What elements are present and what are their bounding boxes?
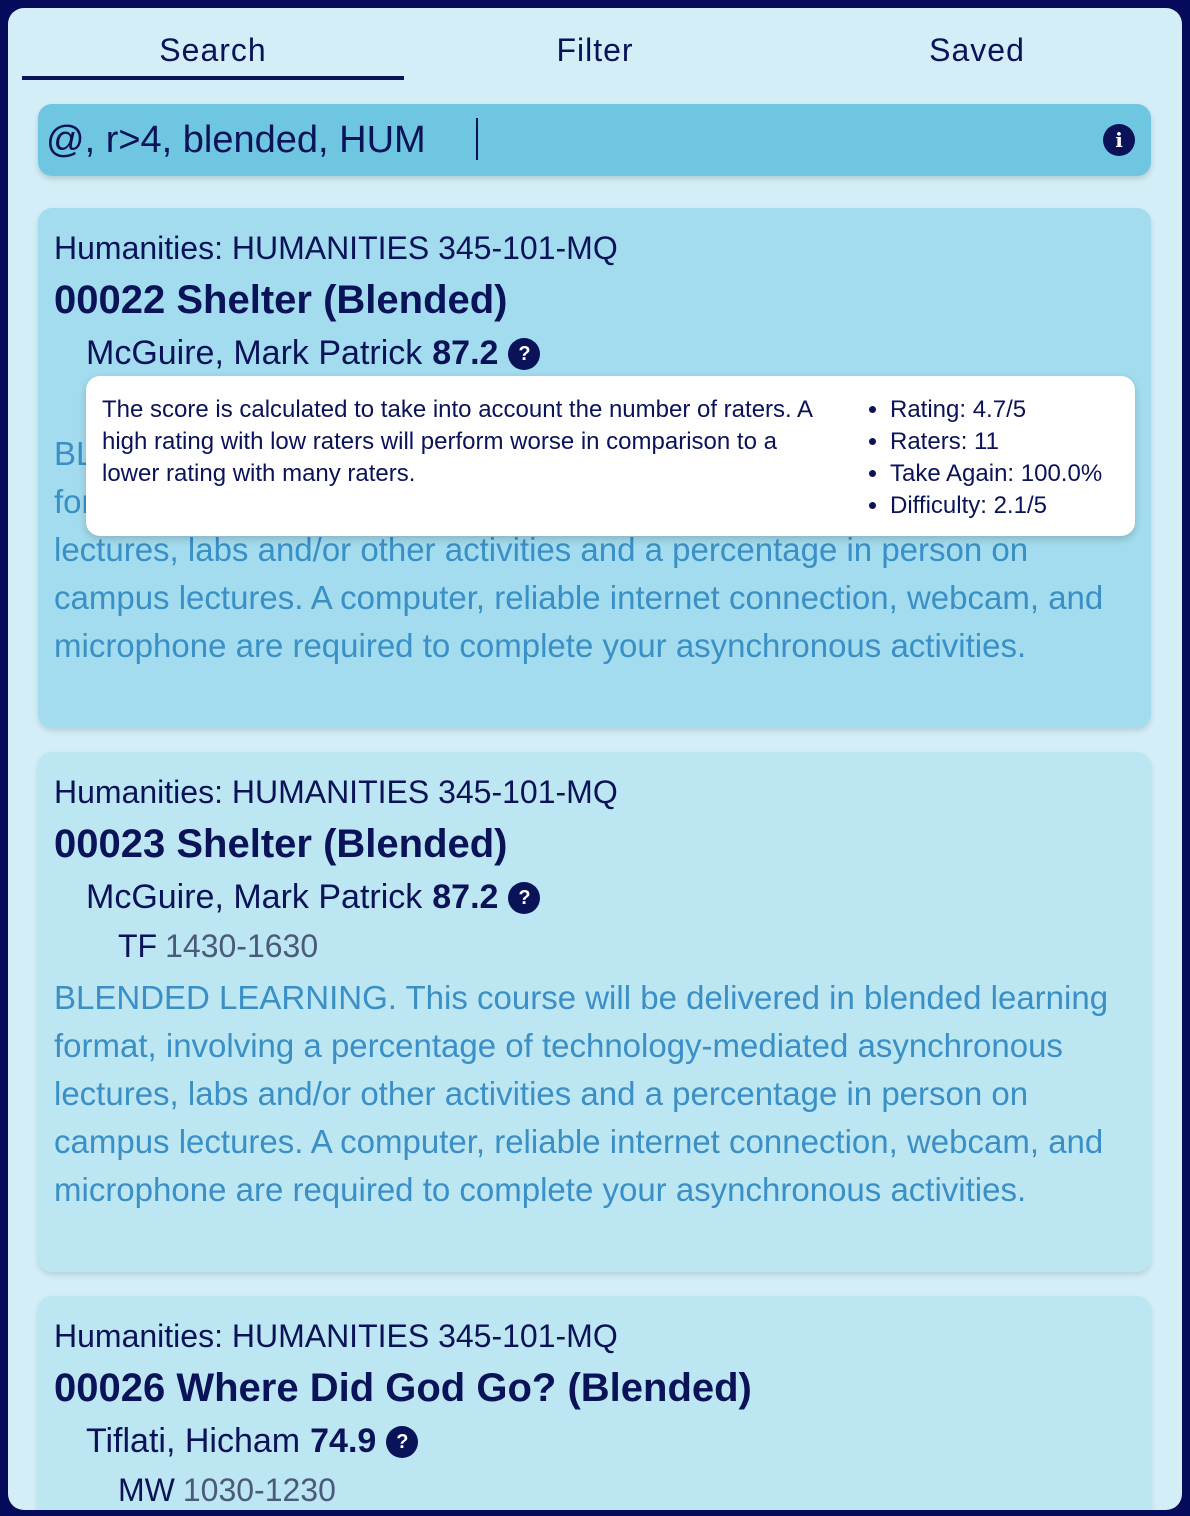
schedule-times: 1030-1230 bbox=[182, 1472, 336, 1508]
tab-filter[interactable]: Filter bbox=[404, 32, 786, 80]
teacher-name: Tiflati, Hicham bbox=[86, 1422, 301, 1460]
search-bar: i bbox=[38, 104, 1151, 176]
stat-rating: Rating: 4.7/5 bbox=[890, 394, 1102, 426]
course-title: 00026 Where Did God Go? (Blended) bbox=[54, 1366, 752, 1410]
teacher-name: McGuire, Mark Patrick bbox=[86, 334, 423, 372]
tab-saved[interactable]: Saved bbox=[786, 32, 1168, 80]
teacher-score: 87.2 bbox=[432, 334, 499, 372]
tooltip-stats: Rating: 4.7/5 Raters: 11 Take Again: 100… bbox=[870, 394, 1102, 522]
course-title: 00022 Shelter (Blended) bbox=[54, 278, 508, 322]
stat-difficulty: Difficulty: 2.1/5 bbox=[890, 490, 1102, 522]
course-description: BLENDED LEARNING. This course will be de… bbox=[54, 979, 1109, 1208]
course-card[interactable]: Humanities: HUMANITIES 345-101-MQ 00026 … bbox=[38, 1296, 1151, 1510]
tab-search[interactable]: Search bbox=[22, 32, 404, 80]
help-icon[interactable]: ? bbox=[508, 337, 541, 370]
teacher-name: McGuire, Mark Patrick bbox=[86, 878, 423, 916]
schedule-times: 1430-1630 bbox=[165, 928, 319, 964]
course-department: Humanities: HUMANITIES 345-101-MQ bbox=[54, 230, 618, 266]
course-department: Humanities: HUMANITIES 345-101-MQ bbox=[54, 774, 618, 810]
course-department: Humanities: HUMANITIES 345-101-MQ bbox=[54, 1318, 618, 1354]
schedule-days: MW bbox=[118, 1472, 175, 1508]
teacher-score: 87.2 bbox=[432, 878, 499, 916]
help-icon[interactable]: ? bbox=[508, 881, 541, 914]
help-icon[interactable]: ? bbox=[386, 1425, 419, 1458]
tab-bar: Search Filter Saved bbox=[22, 32, 1168, 80]
tooltip-explanation: The score is calculated to take into acc… bbox=[102, 396, 812, 487]
course-title: 00023 Shelter (Blended) bbox=[54, 822, 508, 866]
teacher-score: 74.9 bbox=[310, 1422, 377, 1460]
search-input[interactable] bbox=[46, 114, 1046, 166]
teacher-row: Tiflati, Hicham 74.9 ? bbox=[86, 1422, 419, 1461]
course-card[interactable]: Humanities: HUMANITIES 345-101-MQ 00023 … bbox=[38, 752, 1151, 1272]
app-container: Search Filter Saved i Humanities: HUMANI… bbox=[8, 8, 1182, 1510]
info-icon[interactable]: i bbox=[1103, 124, 1135, 156]
text-caret bbox=[476, 118, 478, 160]
stat-raters: Raters: 11 bbox=[890, 426, 1102, 458]
schedule-days: TF bbox=[118, 928, 158, 964]
teacher-row: McGuire, Mark Patrick 87.2 ? bbox=[86, 334, 541, 373]
score-tooltip: The score is calculated to take into acc… bbox=[86, 376, 1135, 536]
teacher-row: McGuire, Mark Patrick 87.2 ? bbox=[86, 878, 541, 917]
stat-take-again: Take Again: 100.0% bbox=[890, 458, 1102, 490]
schedule-row: MW 1030-1230 bbox=[118, 1472, 336, 1509]
schedule-row: TF 1430-1630 bbox=[118, 928, 318, 965]
